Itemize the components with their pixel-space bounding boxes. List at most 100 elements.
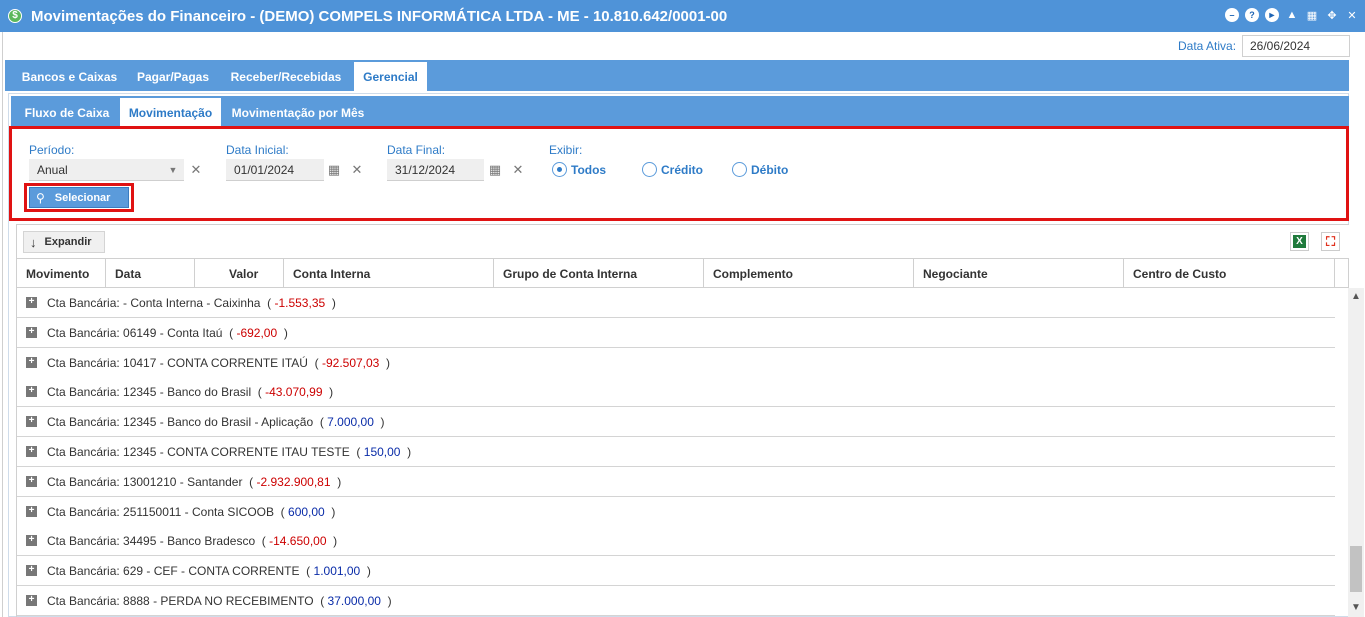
group-row[interactable]: + Cta Bancária: 12345 - Banco do Brasil (…: [17, 377, 1335, 408]
expand-plus-icon[interactable]: +: [26, 356, 37, 368]
group-amount: 7.000,00: [327, 415, 374, 430]
calendar-icon[interactable]: ▦: [324, 160, 344, 180]
group-amount: -92.507,03: [321, 355, 380, 370]
group-row[interactable]: + Cta Bancária: - Conta Interna - Caixinh…: [17, 288, 1335, 318]
data-final-field[interactable]: 31/12/2024: [387, 159, 484, 181]
data-inicial-label: Data Inicial:: [226, 143, 289, 157]
clear-data-final-icon[interactable]: ✕: [508, 160, 528, 180]
tab-gerencial[interactable]: Gerencial: [354, 62, 427, 91]
group-label: Cta Bancária: 10417 - CONTA CORRENTE ITA…: [47, 355, 391, 370]
expand-plus-icon[interactable]: +: [26, 446, 37, 457]
exibir-label: Exibir:: [549, 143, 583, 157]
tab-receber-recebidas[interactable]: Receber/Recebidas: [219, 62, 353, 91]
expand-plus-icon[interactable]: +: [26, 565, 37, 577]
grid-header: Movimento Data Valor Conta Interna Grupo…: [16, 258, 1349, 288]
periodo-select[interactable]: Anual: [29, 159, 162, 181]
expand-plus-icon[interactable]: +: [26, 416, 37, 428]
grid-scrollbar[interactable]: ▲ ▼: [1348, 288, 1364, 617]
col-complemento[interactable]: Complemento: [704, 259, 914, 287]
minimize-icon[interactable]: –: [1225, 8, 1239, 22]
excel-export-button[interactable]: X: [1290, 232, 1309, 251]
radio-dot-icon: [642, 162, 657, 177]
group-row[interactable]: + Cta Bancária: 13001210 - Santander ( -2…: [17, 466, 1335, 497]
group-account: Cta Bancária: - Conta Interna - Caixinha: [47, 296, 261, 310]
expand-plus-icon[interactable]: +: [26, 535, 37, 547]
window-titlebar: $ Movimentações do Financeiro - (DEMO) C…: [0, 0, 1365, 32]
col-negociante[interactable]: Negociante: [914, 259, 1124, 287]
group-label: Cta Bancária: 629 - CEF - CONTA CORRENTE…: [47, 564, 371, 579]
scroll-down-icon[interactable]: ▼: [1351, 602, 1361, 613]
bell-icon[interactable]: ▲: [1285, 8, 1299, 22]
group-account: Cta Bancária: 13001210 - Santander: [47, 474, 243, 489]
group-amount: -2.932.900,81: [256, 474, 331, 489]
group-account: Cta Bancária: 12345 - CONTA CORRENTE ITA…: [47, 445, 350, 459]
radio-dot-icon: [732, 162, 747, 177]
tab-fluxo-de-caixa[interactable]: Fluxo de Caixa: [16, 98, 118, 126]
expand-plus-icon[interactable]: +: [26, 505, 37, 517]
expand-plus-icon[interactable]: +: [26, 595, 37, 606]
play-icon[interactable]: ►: [1265, 8, 1279, 22]
window-controls: – ? ► ▲ ▦ ✥ ✕: [1225, 8, 1359, 22]
group-label: Cta Bancária: 12345 - CONTA CORRENTE ITA…: [47, 445, 412, 459]
pdf-icon[interactable]: ⛶: [1321, 232, 1340, 251]
clear-periodo-icon[interactable]: ✕: [186, 160, 206, 180]
active-date-field[interactable]: 26/06/2024: [1242, 35, 1350, 57]
radio-credito[interactable]: Crédito: [642, 162, 703, 177]
chevron-down-icon[interactable]: ▼: [162, 159, 184, 181]
group-row[interactable]: + Cta Bancária: 10417 - CONTA CORRENTE IT…: [17, 347, 1335, 378]
help-icon[interactable]: ?: [1245, 8, 1259, 22]
data-final-label: Data Final:: [387, 143, 446, 157]
radio-debito[interactable]: Débito: [732, 162, 788, 177]
frame-border: [2, 32, 3, 617]
scroll-thumb[interactable]: [1350, 546, 1362, 592]
col-conta-interna[interactable]: Conta Interna: [284, 259, 494, 287]
restore-icon[interactable]: ✥: [1325, 8, 1339, 22]
active-date-label: Data Ativa:: [1178, 39, 1237, 53]
col-movimento[interactable]: Movimento: [17, 259, 106, 287]
radio-todos[interactable]: Todos: [552, 162, 606, 177]
group-amount: 150,00: [363, 445, 401, 459]
calendar-icon[interactable]: ▦: [485, 160, 505, 180]
group-account: Cta Bancária: 10417 - CONTA CORRENTE ITA…: [47, 355, 308, 370]
group-row[interactable]: + Cta Bancária: 12345 - Banco do Brasil -…: [17, 407, 1335, 438]
main-tabs: Bancos e Caixas Pagar/Pagas Receber/Rece…: [5, 60, 1349, 91]
scroll-up-icon[interactable]: ▲: [1351, 291, 1361, 302]
calendar-icon[interactable]: ▦: [1305, 8, 1319, 22]
group-account: Cta Bancária: 34495 - Banco Bradesco: [47, 534, 256, 549]
expandir-button[interactable]: ↓ Expandir: [23, 231, 105, 253]
data-inicial-field[interactable]: 01/01/2024: [226, 159, 324, 181]
col-grupo-conta-interna[interactable]: Grupo de Conta Interna: [494, 259, 704, 287]
radio-todos-label: Todos: [571, 162, 607, 177]
sub-tabs: Fluxo de Caixa Movimentação Movimentação…: [11, 96, 1349, 126]
close-icon[interactable]: ✕: [1345, 8, 1359, 22]
group-label: Cta Bancária: 06149 - Conta Itaú ( -692,…: [47, 325, 288, 340]
periodo-label: Período:: [29, 143, 75, 157]
group-row[interactable]: + Cta Bancária: 34495 - Banco Bradesco ( …: [17, 526, 1335, 557]
group-amount: -692,00: [236, 325, 278, 340]
tab-movimentacao[interactable]: Movimentação: [120, 98, 221, 126]
tab-movimentacao-por-mes[interactable]: Movimentação por Mês: [223, 98, 373, 126]
group-account: Cta Bancária: 06149 - Conta Itaú: [47, 325, 223, 340]
group-row[interactable]: + Cta Bancária: 251150011 - Conta SICOOB …: [17, 496, 1335, 527]
group-row[interactable]: + Cta Bancária: 12345 - CONTA CORRENTE IT…: [17, 437, 1335, 467]
tab-pagar-pagas[interactable]: Pagar/Pagas: [128, 62, 218, 91]
expand-plus-icon[interactable]: +: [26, 475, 37, 487]
grid-body: + Cta Bancária: - Conta Interna - Caixinh…: [16, 288, 1335, 617]
clear-data-inicial-icon[interactable]: ✕: [347, 160, 367, 180]
group-row[interactable]: + Cta Bancária: 06149 - Conta Itaú ( -692…: [17, 317, 1335, 348]
group-row[interactable]: + Cta Bancária: 8888 - PERDA NO RECEBIMEN…: [17, 586, 1335, 616]
group-row[interactable]: + Cta Bancária: 629 - CEF - CONTA CORRENT…: [17, 556, 1335, 587]
expand-plus-icon[interactable]: +: [26, 326, 37, 338]
col-valor[interactable]: Valor: [195, 259, 284, 287]
group-account: Cta Bancária: 629 - CEF - CONTA CORRENTE: [47, 564, 300, 579]
expand-plus-icon[interactable]: +: [26, 386, 37, 398]
group-account: Cta Bancária: 8888 - PERDA NO RECEBIMENT…: [47, 594, 314, 608]
radio-dot-icon: [552, 162, 567, 177]
tab-bancos-e-caixas[interactable]: Bancos e Caixas: [11, 62, 128, 91]
col-centro-de-custo[interactable]: Centro de Custo: [1124, 259, 1335, 287]
expand-plus-icon[interactable]: +: [26, 297, 37, 308]
col-data[interactable]: Data: [106, 259, 195, 287]
selecionar-button[interactable]: ⚲ Selecionar: [29, 187, 129, 208]
group-amount: 37.000,00: [327, 594, 381, 608]
group-amount: 1.001,00: [313, 564, 361, 579]
